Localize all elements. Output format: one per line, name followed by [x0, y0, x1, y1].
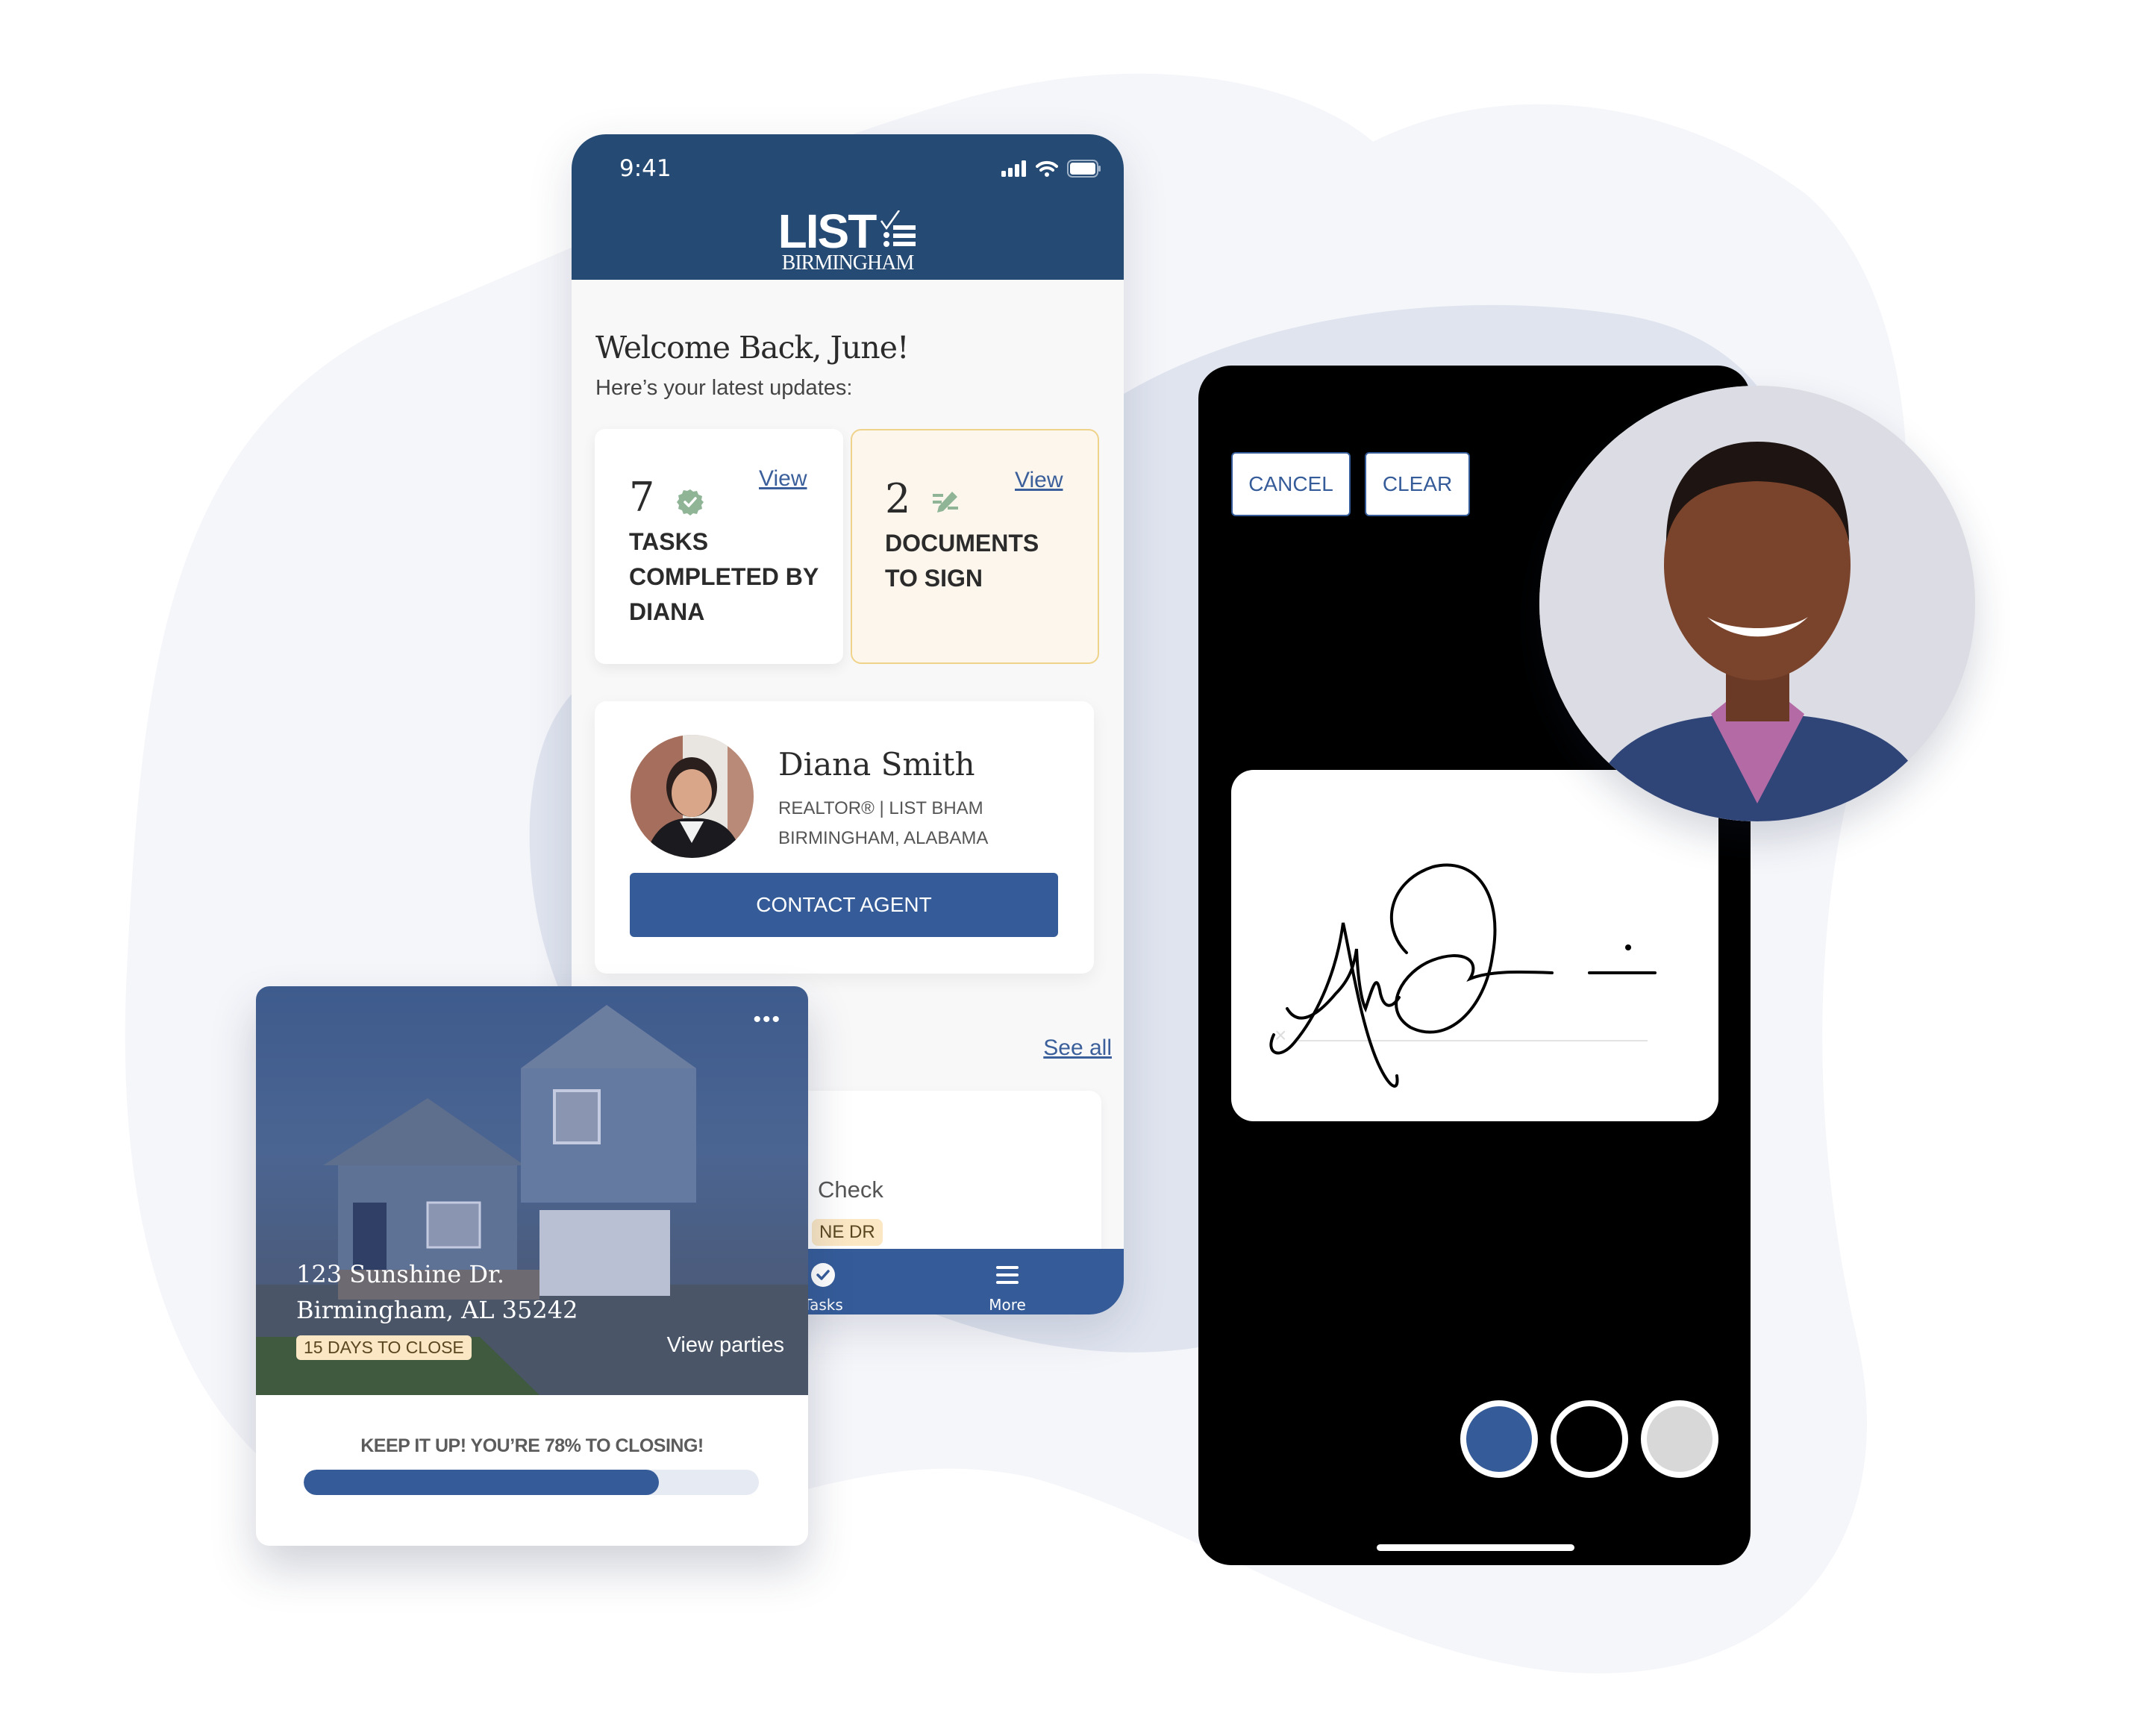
contact-agent-button[interactable]: CONTACT AGENT — [630, 873, 1058, 937]
documents-label: DOCUMENTS TO SIGN — [885, 526, 1039, 596]
status-bar-time: 9:41 — [619, 155, 672, 182]
nav-tab-label: More — [989, 1296, 1026, 1314]
cancel-button[interactable]: CANCEL — [1231, 452, 1351, 516]
view-parties-link[interactable]: View parties — [667, 1333, 784, 1358]
agent-card: Diana Smith REALTOR® | LIST BHAM BIRMING… — [595, 701, 1094, 974]
welcome-subtitle: Here’s your latest updates: — [595, 376, 853, 400]
welcome-heading: Welcome Back, June! — [595, 330, 909, 366]
home-indicator — [1377, 1544, 1574, 1551]
nav-tab-more[interactable]: More — [963, 1262, 1052, 1314]
signature-pad[interactable]: × — [1231, 770, 1718, 1121]
closing-progress-fill — [304, 1470, 659, 1495]
property-card[interactable]: ••• 123 Sunshine Dr. Birmingham, AL 3524… — [256, 986, 808, 1546]
agent-title: REALTOR® | LIST BHAM — [778, 798, 983, 818]
logo-wordmark: LIST — [778, 204, 878, 258]
logo-subtitle: BIRMINGHAM — [781, 251, 915, 275]
tasks-label-line: TASKS — [629, 528, 709, 555]
sign-pen-icon — [933, 492, 958, 513]
signer-photo — [1539, 386, 1975, 821]
hamburger-menu-icon — [996, 1266, 1019, 1284]
documents-label-line: DOCUMENTS — [885, 530, 1039, 557]
documents-count: 2 — [885, 475, 911, 522]
pen-color-gray-swatch[interactable] — [1641, 1400, 1718, 1478]
tasks-count: 7 — [629, 474, 655, 521]
logo-checklist-icon — [880, 210, 916, 247]
app-header: 9:41 LIST BIRMINGHAM — [572, 134, 1124, 280]
check-circle-icon — [811, 1263, 835, 1287]
days-to-close-badge: 15 DAYS TO CLOSE — [296, 1335, 472, 1360]
agent-photo — [631, 735, 754, 858]
address-line-2: Birmingham, AL 35242 — [296, 1296, 578, 1324]
clear-button[interactable]: CLEAR — [1365, 452, 1470, 516]
property-photo: ••• 123 Sunshine Dr. Birmingham, AL 3524… — [256, 986, 808, 1395]
status-bar-icons — [1001, 160, 1101, 178]
documents-to-sign-card[interactable]: 2 View DOCUMENTS TO SIGN — [851, 429, 1099, 664]
agent-name: Diana Smith — [778, 746, 975, 783]
wifi-icon — [1036, 160, 1058, 177]
verified-check-icon — [677, 489, 704, 516]
tasks-label-line: COMPLETED BY — [629, 563, 819, 590]
more-options-icon[interactable]: ••• — [753, 1009, 781, 1031]
address-line-1: 123 Sunshine Dr. — [296, 1260, 504, 1288]
agent-location: BIRMINGHAM, ALABAMA — [778, 828, 989, 848]
tasks-label-line: DIANA — [629, 598, 705, 625]
agent-avatar — [631, 735, 754, 858]
signal-icon — [1001, 160, 1026, 177]
signature-stroke — [1269, 863, 1657, 1088]
task-title: Check — [818, 1176, 883, 1203]
see-all-link[interactable]: See all — [1043, 1035, 1112, 1061]
closing-progress-bar — [304, 1470, 759, 1495]
task-address-tag: NE DR — [812, 1219, 883, 1246]
pen-color-black-swatch[interactable] — [1551, 1400, 1628, 1478]
tasks-view-link[interactable]: View — [759, 466, 807, 492]
signer-portrait — [1539, 386, 1975, 821]
closing-progress-label: KEEP IT UP! YOU’RE 78% TO CLOSING! — [360, 1435, 704, 1456]
tasks-completed-card[interactable]: 7 View TASKS COMPLETED BY DIANA — [595, 429, 843, 664]
property-address: 123 Sunshine Dr. Birmingham, AL 35242 — [296, 1256, 578, 1328]
list-birmingham-logo: LIST BIRMINGHAM — [572, 204, 1124, 275]
pen-color-blue-swatch[interactable] — [1460, 1400, 1538, 1478]
documents-view-link[interactable]: View — [1015, 468, 1063, 493]
documents-label-line: TO SIGN — [885, 565, 983, 592]
tasks-label: TASKS COMPLETED BY DIANA — [629, 524, 819, 630]
battery-icon — [1067, 160, 1101, 178]
